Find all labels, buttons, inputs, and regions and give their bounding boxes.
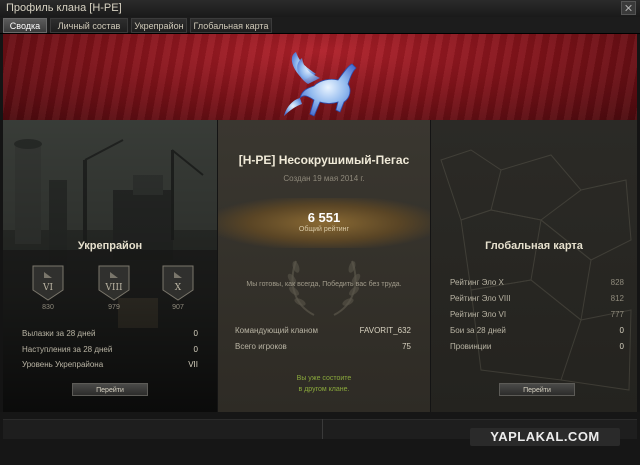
stat-row-attacks: Наступления за 28 дней 0 — [22, 345, 198, 354]
elo-viii-row: Рейтинг Эло VIII 812 — [450, 294, 624, 303]
stat-row-sorties: Вылазки за 28 дней 0 — [22, 329, 198, 338]
commander-label: Командующий кланом — [235, 326, 318, 335]
tier-vi-value: 830 — [42, 304, 54, 311]
membership-note-line2: в другом клане. — [298, 386, 350, 393]
tier-x-value: 907 — [172, 304, 184, 311]
global-map-panel: Глобальная карта Рейтинг Эло X 828 Рейти… — [431, 120, 637, 412]
stat-value: 777 — [610, 310, 624, 319]
commander-name[interactable]: FAVORIT_632 — [360, 326, 411, 335]
stat-value: VII — [188, 360, 198, 369]
tier-x-icon: X 907 — [160, 264, 196, 311]
tab-members[interactable]: Личный состав — [50, 18, 128, 33]
tier-viii-label: VIII — [104, 283, 123, 293]
stronghold-go-button[interactable]: Перейти — [72, 383, 148, 396]
tier-x-label: X — [175, 283, 182, 293]
stat-value: 812 — [610, 294, 624, 303]
players-row: Всего игроков 75 — [235, 342, 411, 351]
clan-name: [Н-РЕ] Несокрушимый-Пегас — [238, 153, 410, 167]
commander-row: Командующий кланом FAVORIT_632 — [235, 326, 411, 335]
stronghold-title: Укрепрайон — [77, 240, 143, 252]
stat-label: Бои за 28 дней — [450, 326, 506, 335]
stat-row-level: Уровень Укрепрайона VII — [22, 360, 198, 369]
stat-value: 0 — [193, 345, 198, 354]
clan-rating-value: 6 551 — [307, 210, 341, 225]
provinces-row: Провинции 0 — [450, 342, 624, 351]
tab-bar: Сводка Личный состав Укрепрайон Глобальн… — [0, 17, 640, 34]
stat-value: 0 — [619, 342, 624, 351]
players-label: Всего игроков — [235, 342, 287, 351]
footer-bar: YAPLAKAL.COM — [0, 412, 640, 465]
clan-created-date: Создан 19 мая 2014 г. — [283, 174, 365, 183]
players-count: 75 — [402, 342, 411, 351]
stat-label: Рейтинг Эло VI — [450, 310, 507, 319]
elo-x-row: Рейтинг Эло X 828 — [450, 278, 624, 287]
stat-label: Наступления за 28 дней — [22, 345, 113, 354]
tier-viii-icon: VIII 979 — [96, 264, 132, 311]
tab-summary[interactable]: Сводка — [3, 18, 47, 33]
stat-value: 0 — [619, 326, 624, 335]
stronghold-panel: Укрепрайон VI 830 VIII 979 X 907 Вылазки… — [3, 120, 217, 412]
clan-rating-label: Общий рейтинг — [298, 226, 350, 233]
tier-viii-value: 979 — [108, 304, 120, 311]
membership-note-line1: Вы уже состоите — [296, 375, 352, 382]
clan-motto: Мы готовы, как всегда, Победить вас без … — [246, 281, 402, 288]
battles-row: Бои за 28 дней 0 — [450, 326, 624, 335]
stat-value: 0 — [193, 329, 198, 338]
stat-label: Вылазки за 28 дней — [22, 329, 96, 338]
world-map-image — [440, 149, 632, 391]
window-title: Профиль клана [Н-РЕ] — [6, 2, 122, 14]
global-map-title: Глобальная карта — [485, 240, 583, 252]
global-map-go-button[interactable]: Перейти — [499, 383, 575, 396]
tab-global-map[interactable]: Глобальная карта — [190, 18, 272, 33]
pegasus-emblem-icon — [284, 52, 357, 117]
elo-vi-row: Рейтинг Эло VI 777 — [450, 310, 624, 319]
stat-label: Уровень Укрепрайона — [22, 360, 104, 369]
tier-vi-label: VI — [42, 283, 53, 293]
tab-stronghold[interactable]: Укрепрайон — [131, 18, 187, 33]
stat-label: Провинции — [450, 342, 492, 351]
stat-value: 828 — [610, 278, 624, 287]
tier-vi-icon: VI 830 — [30, 264, 66, 311]
window-titlebar: Профиль клана [Н-РЕ] — [0, 0, 640, 17]
stat-label: Рейтинг Эло VIII — [450, 294, 511, 303]
clan-summary-panel: [Н-РЕ] Несокрушимый-Пегас Создан 19 мая … — [218, 120, 430, 412]
stat-label: Рейтинг Эло X — [450, 278, 504, 287]
watermark-logo: YAPLAKAL.COM — [470, 428, 620, 446]
close-icon[interactable] — [621, 1, 636, 15]
